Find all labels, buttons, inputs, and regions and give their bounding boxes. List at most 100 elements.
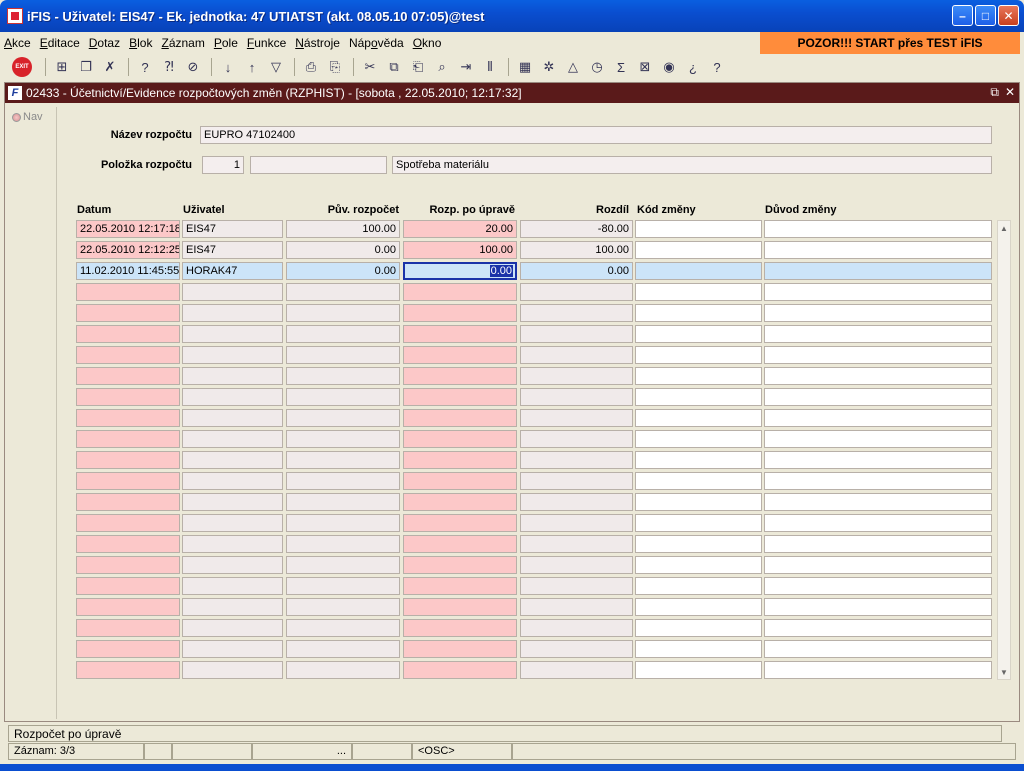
cell-rozdil[interactable] [520,493,633,511]
sort-descending-icon[interactable]: ↑ [241,56,263,78]
cell-duvod[interactable] [764,577,992,595]
cell-datum[interactable] [76,493,180,511]
cell-kod[interactable] [635,283,762,301]
indent-icon[interactable]: ⇥ [455,56,477,78]
cell-kod[interactable] [635,304,762,322]
cell-duvod[interactable] [764,220,992,238]
menu-item[interactable]: Nápověda [345,36,409,50]
cell-rozp[interactable] [403,325,517,343]
cell-duvod[interactable] [764,262,992,280]
cell-puv[interactable] [286,598,400,616]
cell-duvod[interactable] [764,556,992,574]
cell-uzivatel[interactable] [182,283,283,301]
cell-duvod[interactable] [764,325,992,343]
menu-item[interactable]: Akce [0,36,36,50]
help-context-icon[interactable]: ¿ [682,56,704,78]
cell-duvod[interactable] [764,241,992,259]
cell-rozp[interactable] [403,451,517,469]
cell-rozp[interactable] [403,388,517,406]
cell-rozdil[interactable] [520,640,633,658]
cell-puv[interactable]: 100.00 [286,220,400,238]
cell-uzivatel[interactable] [182,577,283,595]
cell-rozp[interactable] [403,472,517,490]
cell-uzivatel[interactable]: EIS47 [182,220,283,238]
cell-uzivatel[interactable] [182,346,283,364]
cell-datum[interactable] [76,409,180,427]
cell-uzivatel[interactable] [182,598,283,616]
filter-icon[interactable]: ▽ [265,56,287,78]
cell-datum[interactable] [76,430,180,448]
chart-icon[interactable]: △ [562,56,584,78]
cell-rozdil[interactable] [520,388,633,406]
cell-puv[interactable] [286,451,400,469]
menu-item[interactable]: Nástroje [291,36,345,50]
cell-kod[interactable] [635,598,762,616]
cell-uzivatel[interactable] [182,472,283,490]
cell-kod[interactable] [635,325,762,343]
cell-rozdil[interactable] [520,472,633,490]
cell-uzivatel[interactable] [182,493,283,511]
menu-item[interactable]: Záznam [157,36,209,50]
cell-duvod[interactable] [764,388,992,406]
cell-uzivatel[interactable] [182,409,283,427]
cell-rozdil[interactable] [520,325,633,343]
cell-rozdil[interactable] [520,283,633,301]
cell-datum[interactable] [76,661,180,679]
cell-kod[interactable] [635,640,762,658]
grid-scrollbar[interactable]: ▲ ▼ [997,220,1011,680]
clock-icon[interactable]: ◷ [586,56,608,78]
paste-icon[interactable]: ⎗ [407,56,429,78]
cell-rozdil[interactable] [520,451,633,469]
cell-uzivatel[interactable] [182,556,283,574]
cell-datum[interactable] [76,514,180,532]
cell-duvod[interactable] [764,430,992,448]
cell-kod[interactable] [635,661,762,679]
cell-kod[interactable] [635,262,762,280]
cell-kod[interactable] [635,493,762,511]
menu-item[interactable]: Blok [125,36,157,50]
cell-puv[interactable] [286,304,400,322]
cell-datum[interactable] [76,325,180,343]
cell-rozdil[interactable] [520,409,633,427]
nazev-rozpoctu-field[interactable]: EUPRO 47102400 [200,126,992,144]
cell-datum[interactable] [76,304,180,322]
cell-kod[interactable] [635,220,762,238]
web-icon[interactable]: ◉ [658,56,680,78]
cell-uzivatel[interactable] [182,304,283,322]
menu-item[interactable]: Pole [210,36,243,50]
cell-puv[interactable] [286,619,400,637]
print-icon[interactable]: ⎙ [300,56,322,78]
cell-uzivatel[interactable] [182,367,283,385]
cell-datum[interactable] [76,535,180,553]
enter-query-icon[interactable]: ? [134,56,156,78]
cell-rozp[interactable] [403,346,517,364]
cell-rozdil[interactable] [520,304,633,322]
cell-duvod[interactable] [764,451,992,469]
duplicate-record-icon[interactable]: ❐ [75,56,97,78]
polozka-number-field[interactable]: 1 [202,156,244,174]
cell-datum[interactable] [76,451,180,469]
cell-puv[interactable] [286,514,400,532]
cell-rozp[interactable]: 20.00 [403,220,517,238]
cell-duvod[interactable] [764,409,992,427]
cell-rozdil[interactable] [520,346,633,364]
cell-rozp[interactable] [403,577,517,595]
cell-puv[interactable] [286,367,400,385]
form-close-icon[interactable]: ✕ [1005,85,1015,100]
cell-uzivatel[interactable]: HORAK47 [182,262,283,280]
cell-rozdil[interactable] [520,556,633,574]
cell-datum[interactable]: 22.05.2010 12:12:25 [76,241,180,259]
cell-rozdil[interactable] [520,661,633,679]
cell-kod[interactable] [635,346,762,364]
columns-icon[interactable]: ⫴ [479,56,501,78]
cell-puv[interactable] [286,661,400,679]
cell-uzivatel[interactable] [182,430,283,448]
cell-puv[interactable] [286,283,400,301]
cell-puv[interactable] [286,577,400,595]
cut-icon[interactable]: ✂ [359,56,381,78]
cell-duvod[interactable] [764,535,992,553]
cell-puv[interactable] [286,325,400,343]
cell-uzivatel[interactable] [182,661,283,679]
cell-rozdil[interactable]: -80.00 [520,220,633,238]
cell-kod[interactable] [635,472,762,490]
